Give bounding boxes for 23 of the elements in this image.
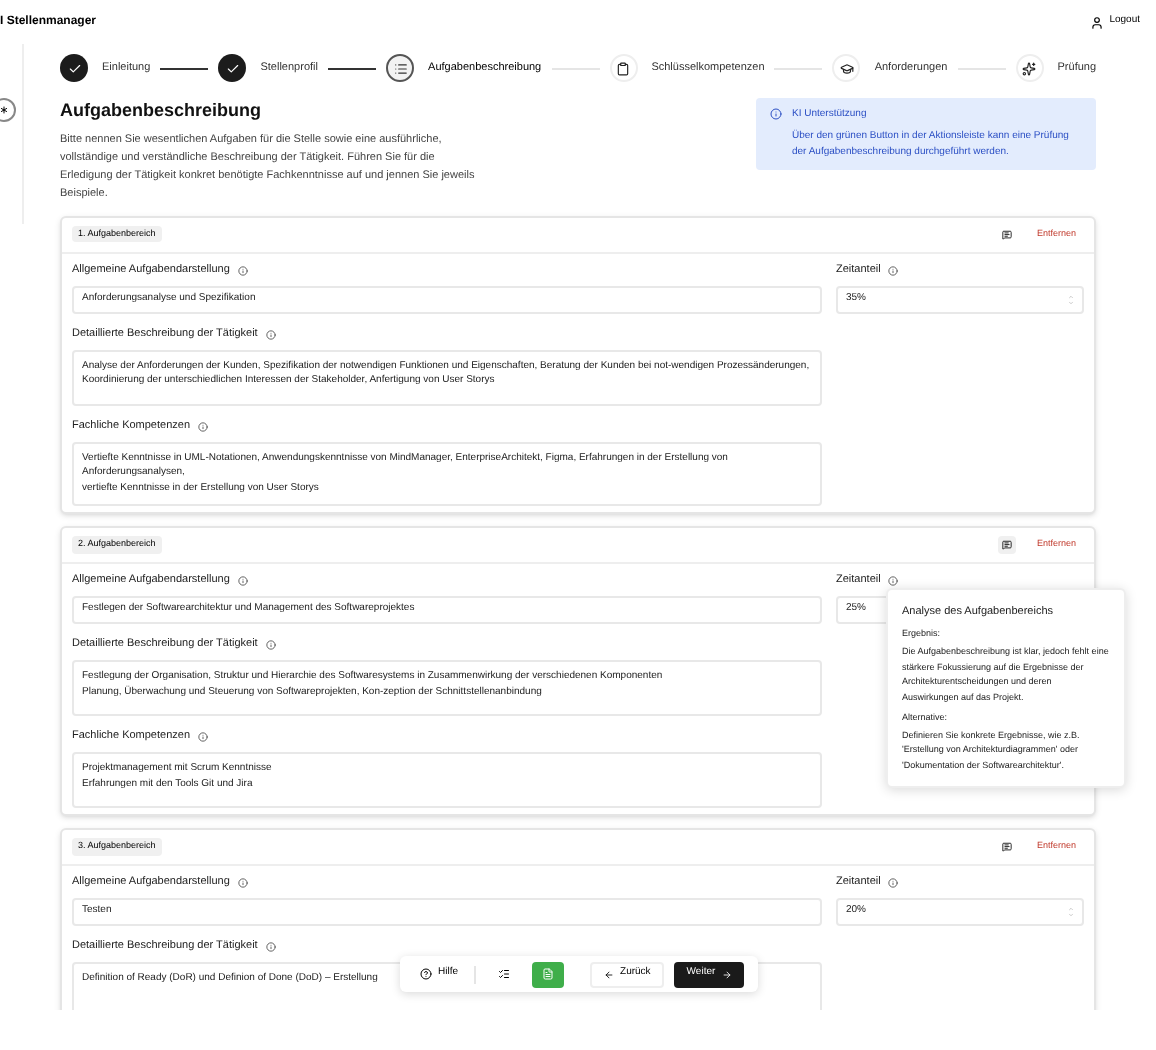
comment-button[interactable] <box>998 536 1017 554</box>
info-icon <box>265 640 276 650</box>
info-icon <box>770 108 782 120</box>
comment-button[interactable] <box>998 838 1017 856</box>
checklist-icon[interactable] <box>498 968 511 980</box>
arrow-left-icon <box>604 969 615 979</box>
arrow-right-icon <box>721 969 732 979</box>
info-icon <box>237 576 248 586</box>
info-icon <box>198 732 209 742</box>
info-icon <box>265 942 276 952</box>
help-icon <box>420 968 432 980</box>
user-icon <box>1089 15 1104 29</box>
info-icon <box>265 329 276 339</box>
comment-button[interactable] <box>998 225 1017 243</box>
info-icon <box>237 878 248 888</box>
info-icon <box>888 265 899 275</box>
document-icon <box>542 968 555 980</box>
page-title: Aufgabenbeschreibung <box>60 98 264 124</box>
info-icon <box>237 265 248 275</box>
info-icon <box>888 576 899 586</box>
info-icon <box>888 878 899 888</box>
info-icon <box>198 421 209 431</box>
document-button[interactable] <box>532 961 565 987</box>
